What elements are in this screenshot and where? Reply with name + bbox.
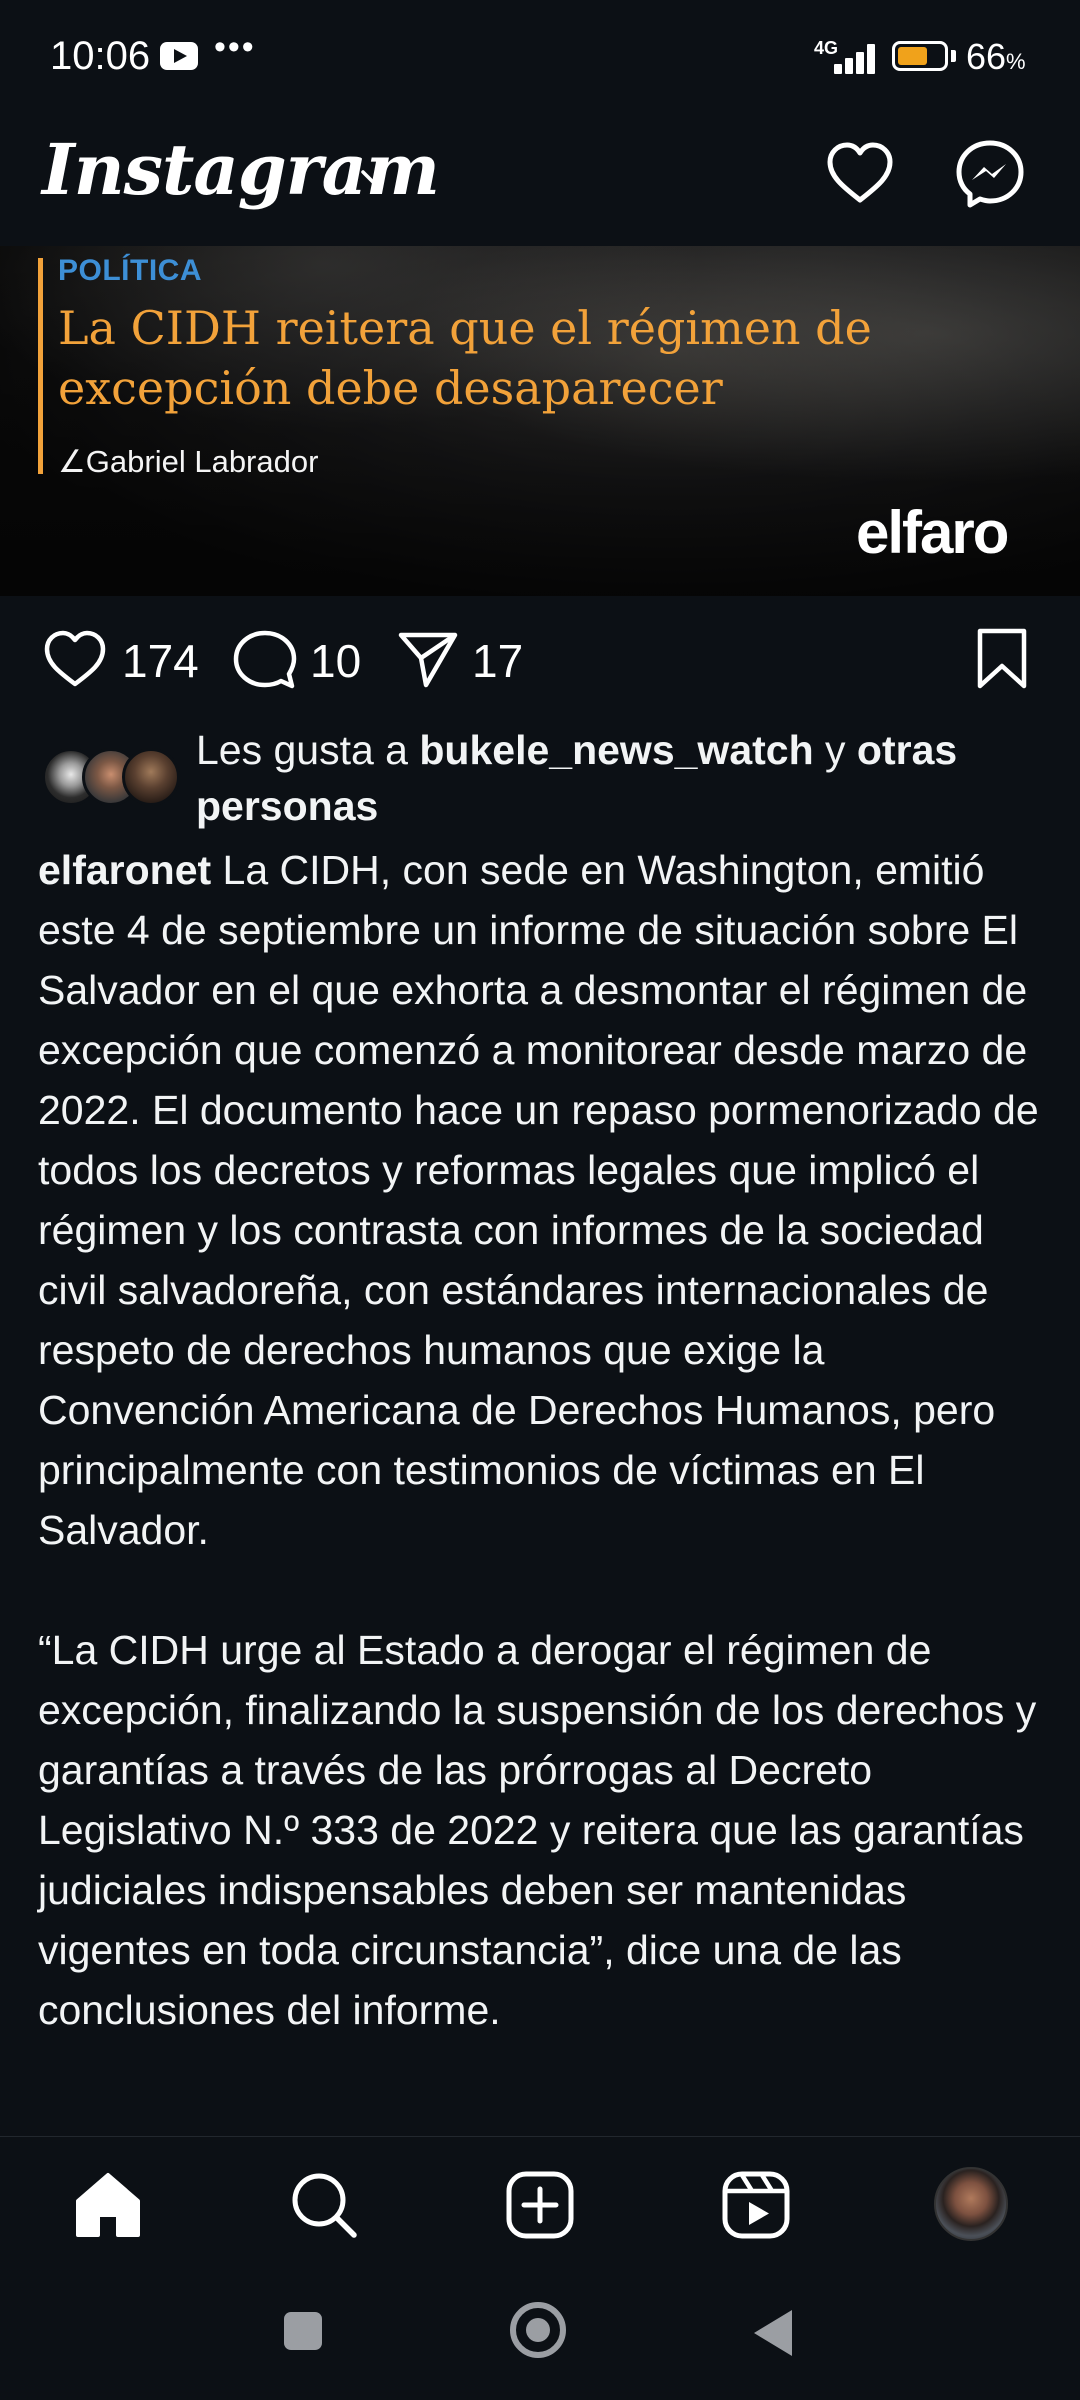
comment-icon[interactable] — [232, 628, 298, 692]
likes-summary[interactable]: Les gusta a bukele_news_watch y otras pe… — [0, 722, 1080, 838]
overflow-dots-icon: ••• — [214, 28, 256, 66]
bottom-nav — [0, 2136, 1080, 2273]
image-author: ∠Gabriel Labrador — [58, 444, 319, 479]
comment-action[interactable]: 10 — [232, 626, 372, 692]
heart-icon[interactable] — [42, 628, 108, 690]
liker-avatars[interactable] — [42, 748, 182, 806]
home-button[interactable] — [510, 2302, 566, 2358]
app-header: Instagram — [0, 118, 1080, 246]
post-image[interactable]: POLÍTICA La CIDH reitera que el régimen … — [0, 246, 1080, 596]
profile-avatar[interactable] — [934, 2167, 1008, 2241]
battery-percent: 66% — [966, 36, 1026, 77]
caption-text: La CIDH, con sede en Washington, emitió … — [38, 847, 1039, 1553]
liker-username[interactable]: bukele_news_watch — [419, 727, 813, 773]
chevron-down-icon[interactable] — [356, 160, 390, 194]
signal-icon — [820, 40, 878, 74]
caption-username[interactable]: elfaronet — [38, 847, 211, 893]
likes-prefix: Les gusta a — [196, 727, 420, 773]
status-time: 10:06 — [50, 34, 151, 78]
search-icon[interactable] — [286, 2167, 362, 2243]
avatar — [122, 748, 180, 806]
image-category: POLÍTICA — [58, 254, 202, 287]
bookmark-icon[interactable] — [974, 626, 1030, 692]
battery-icon — [892, 41, 948, 71]
home-icon[interactable] — [70, 2167, 146, 2243]
elfaro-logo: elfaro — [856, 499, 1009, 566]
post-actions: 174 10 17 — [0, 616, 1080, 704]
system-nav-bar — [0, 2272, 1080, 2400]
comments-count[interactable]: 10 — [310, 634, 361, 688]
likes-connector: y — [813, 727, 857, 773]
post-caption: elfaronet La CIDH, con sede en Washingto… — [38, 840, 1048, 2040]
likes-count[interactable]: 174 — [122, 634, 199, 688]
caption-quote: “La CIDH urge al Estado a derogar el rég… — [38, 1627, 1037, 2033]
add-post-icon[interactable] — [502, 2167, 578, 2243]
shares-count[interactable]: 17 — [472, 634, 523, 688]
battery-tip — [951, 50, 956, 62]
battery-fill — [898, 47, 927, 65]
share-action[interactable]: 17 — [396, 626, 536, 692]
back-button[interactable] — [754, 2310, 792, 2356]
messenger-icon[interactable] — [950, 134, 1030, 214]
caption-paragraph: elfaronet La CIDH, con sede en Washingto… — [38, 840, 1048, 1560]
likes-text: Les gusta a bukele_news_watch y otras pe… — [196, 722, 1046, 834]
recents-button[interactable] — [284, 2312, 322, 2350]
image-headline: La CIDH reitera que el régimen de excepc… — [58, 301, 872, 415]
reels-icon[interactable] — [718, 2167, 794, 2243]
status-bar: 10:06 ••• 4G 66% — [0, 0, 1080, 118]
share-icon[interactable] — [396, 628, 460, 690]
youtube-icon — [160, 42, 198, 70]
headline-accent-bar — [38, 258, 43, 474]
like-action[interactable]: 174 — [42, 626, 212, 692]
notifications-heart-icon[interactable] — [820, 134, 900, 214]
